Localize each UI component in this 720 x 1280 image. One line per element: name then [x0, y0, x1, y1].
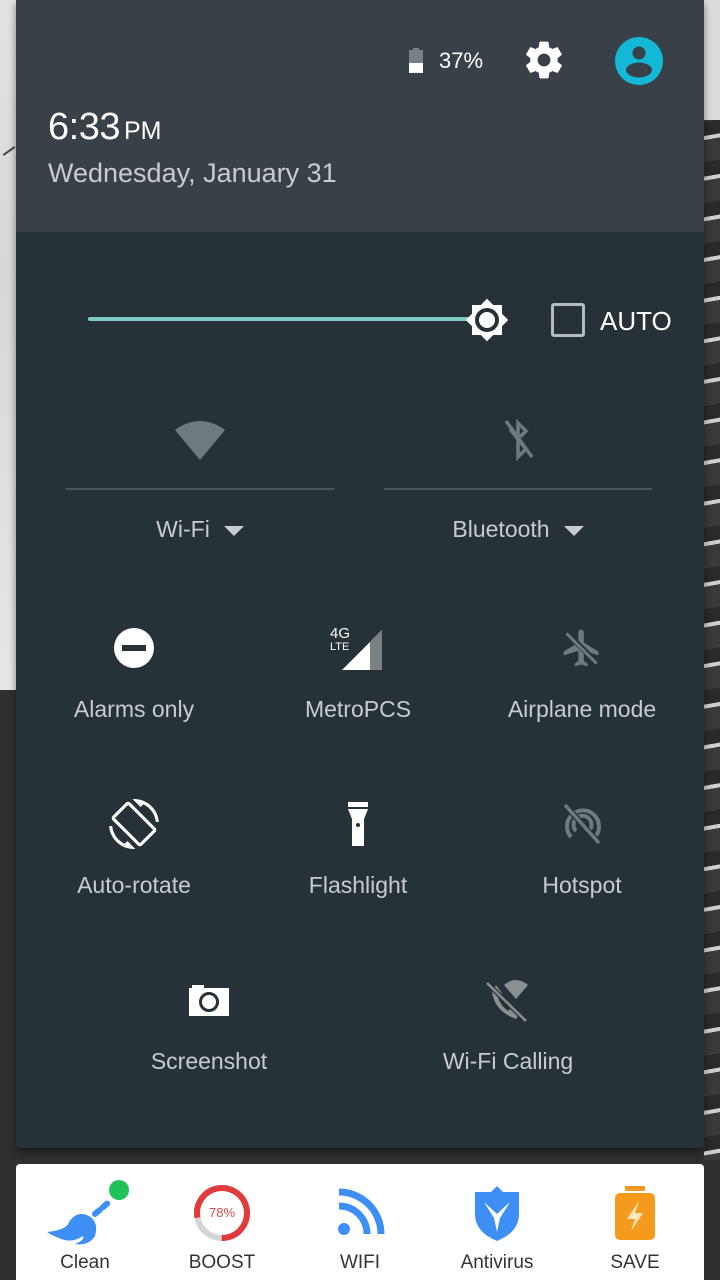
brightness-slider[interactable] — [88, 317, 487, 321]
boost-percent: 78% — [208, 1205, 236, 1220]
battery-saver-icon — [615, 1186, 655, 1240]
clock-ampm: PM — [123, 117, 162, 145]
wifi-detail-toggle[interactable]: Wi-Fi — [66, 516, 334, 543]
battery-icon — [409, 48, 423, 73]
tile-label: MetroPCS — [304, 696, 412, 722]
wifi-signal-icon — [338, 1188, 385, 1235]
camera-icon — [189, 985, 229, 1016]
caret-down-icon — [563, 525, 584, 536]
shortcut-antivirus[interactable]: Antivirus — [428, 1164, 566, 1280]
gear-icon[interactable] — [522, 38, 566, 82]
wifi-icon — [175, 421, 225, 460]
tile-flashlight[interactable]: Flashlight — [246, 796, 470, 926]
network-type: 4G — [330, 625, 350, 642]
clock[interactable]: 6:33 PM — [48, 106, 161, 149]
tile-label: Screenshot — [150, 1048, 268, 1074]
tile-bluetooth[interactable]: Bluetooth — [384, 400, 652, 550]
cleaner-shortcut-bar: Clean 78% BOOST WIFI Antivirus SAVE — [16, 1164, 704, 1280]
tile-screenshot[interactable]: Screenshot — [59, 972, 359, 1102]
tile-label: Wi-Fi — [156, 516, 210, 542]
shade-header: 37% 6:33 PM Wednesday, January 31 — [16, 0, 704, 232]
broom-icon — [47, 1180, 129, 1245]
status-row: 37% — [16, 36, 704, 86]
tile-label: Alarms only — [73, 696, 195, 722]
clock-time: 6:33 — [48, 106, 120, 148]
tile-alarms-only[interactable]: Alarms only — [22, 620, 246, 750]
tile-metropcs[interactable]: 4G LTE MetroPCS — [246, 620, 470, 750]
tile-wifi[interactable]: Wi-Fi — [66, 400, 334, 550]
tile-auto-rotate[interactable]: Auto-rotate — [22, 796, 246, 926]
network-subtype: LTE — [330, 641, 349, 653]
do-not-disturb-icon — [114, 628, 154, 668]
tile-hotspot[interactable]: Hotspot — [470, 796, 694, 926]
tile-label: Airplane mode — [507, 696, 657, 722]
screen-rotation-icon — [109, 799, 159, 849]
auto-brightness-label[interactable]: AUTO — [600, 306, 672, 337]
bluetooth-detail-toggle[interactable]: Bluetooth — [384, 516, 652, 543]
shortcut-wifi[interactable]: WIFI — [291, 1164, 429, 1280]
date-label[interactable]: Wednesday, January 31 — [48, 158, 337, 189]
tile-label: Wi-Fi Calling — [442, 1048, 574, 1074]
bluetooth-divider — [384, 488, 652, 490]
shield-icon — [475, 1186, 519, 1241]
shortcut-clean[interactable]: Clean — [16, 1164, 154, 1280]
brightness-row: AUTO — [16, 290, 704, 350]
wallpaper-right — [704, 0, 720, 1160]
shortcut-label: Antivirus — [460, 1252, 534, 1273]
brightness-icon[interactable] — [461, 294, 513, 346]
tile-airplane-mode[interactable]: Airplane mode — [470, 620, 694, 750]
cellular-4g-lte-icon: 4G LTE — [330, 625, 382, 670]
bluetooth-disabled-icon — [504, 418, 534, 462]
flashlight-icon — [348, 802, 368, 846]
quick-settings-panel: 37% 6:33 PM Wednesday, January 31 AUTO W… — [16, 0, 704, 1148]
auto-brightness-checkbox[interactable] — [551, 303, 585, 337]
battery-percent: 37% — [439, 48, 484, 73]
shortcut-boost[interactable]: 78% BOOST — [153, 1164, 291, 1280]
tile-label: Auto-rotate — [77, 872, 191, 898]
wifi-divider — [66, 488, 334, 490]
tile-label: Flashlight — [308, 872, 408, 898]
tile-wifi-calling[interactable]: Wi-Fi Calling — [358, 972, 658, 1102]
tile-label: Hotspot — [542, 872, 622, 898]
shortcut-label: Clean — [60, 1252, 110, 1273]
shortcut-save[interactable]: SAVE — [566, 1164, 704, 1280]
caret-down-icon — [223, 525, 244, 536]
wifi-calling-off-icon — [485, 980, 528, 1023]
shortcut-label: BOOST — [188, 1252, 256, 1273]
hotspot-off-icon — [562, 802, 602, 846]
boost-ring-icon: 78% — [192, 1183, 252, 1243]
shortcut-label: SAVE — [610, 1252, 660, 1273]
tile-label: Bluetooth — [452, 516, 550, 542]
shortcut-label: WIFI — [339, 1252, 381, 1273]
airplane-off-icon — [563, 629, 601, 667]
account-circle-icon[interactable] — [614, 36, 664, 86]
